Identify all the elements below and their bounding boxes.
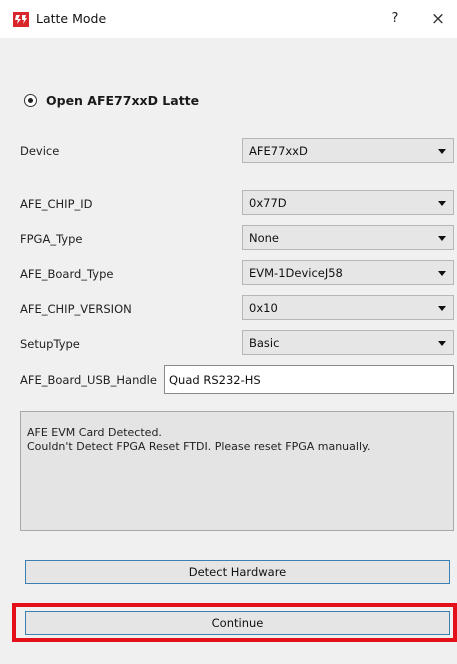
setup-type-dropdown[interactable]: Basic xyxy=(242,330,454,355)
radio-label: Open AFE77xxD Latte xyxy=(46,93,200,108)
close-button[interactable]: × xyxy=(426,8,450,30)
window-title: Latte Mode xyxy=(36,11,107,26)
status-line: Couldn't Detect FPGA Reset FTDI. Please … xyxy=(27,440,371,453)
fpga-type-label: FPGA_Type xyxy=(20,232,83,246)
device-value: AFE77xxD xyxy=(249,144,308,158)
chip-version-value: 0x10 xyxy=(249,301,278,315)
chevron-down-icon xyxy=(438,271,446,276)
chip-id-label: AFE_CHIP_ID xyxy=(20,197,93,211)
chip-id-value: 0x77D xyxy=(249,196,287,210)
device-dropdown[interactable]: AFE77xxD xyxy=(242,138,454,163)
latte-logo-icon xyxy=(13,12,29,27)
board-type-value: EVM-1DeviceJ58 xyxy=(249,266,343,280)
fpga-type-value: None xyxy=(249,231,280,245)
status-log[interactable]: AFE EVM Card Detected. Couldn't Detect F… xyxy=(20,411,454,531)
continue-button[interactable]: Continue xyxy=(25,611,450,635)
board-type-label: AFE_Board_Type xyxy=(20,267,114,281)
usb-handle-value: Quad RS232-HS xyxy=(169,373,261,387)
setup-type-label: SetupType xyxy=(20,337,80,351)
chevron-down-icon xyxy=(438,149,446,154)
chevron-down-icon xyxy=(438,306,446,311)
chip-id-dropdown[interactable]: 0x77D xyxy=(242,190,454,215)
status-line: AFE EVM Card Detected. xyxy=(27,426,162,439)
radio-button-selected[interactable] xyxy=(24,94,37,107)
chip-version-label: AFE_CHIP_VERSION xyxy=(20,302,132,316)
board-type-dropdown[interactable]: EVM-1DeviceJ58 xyxy=(242,260,454,285)
setup-type-value: Basic xyxy=(249,336,280,350)
chevron-down-icon xyxy=(438,201,446,206)
chevron-down-icon xyxy=(438,341,446,346)
usb-handle-label: AFE_Board_USB_Handle xyxy=(20,373,157,387)
title-bar: Latte Mode ? × xyxy=(0,0,457,38)
usb-handle-input[interactable]: Quad RS232-HS xyxy=(164,365,454,394)
help-button[interactable]: ? xyxy=(383,8,407,30)
detect-hardware-button[interactable]: Detect Hardware xyxy=(25,560,450,584)
device-label: Device xyxy=(20,144,60,158)
chip-version-dropdown[interactable]: 0x10 xyxy=(242,295,454,320)
chevron-down-icon xyxy=(438,236,446,241)
fpga-type-dropdown[interactable]: None xyxy=(242,225,454,250)
